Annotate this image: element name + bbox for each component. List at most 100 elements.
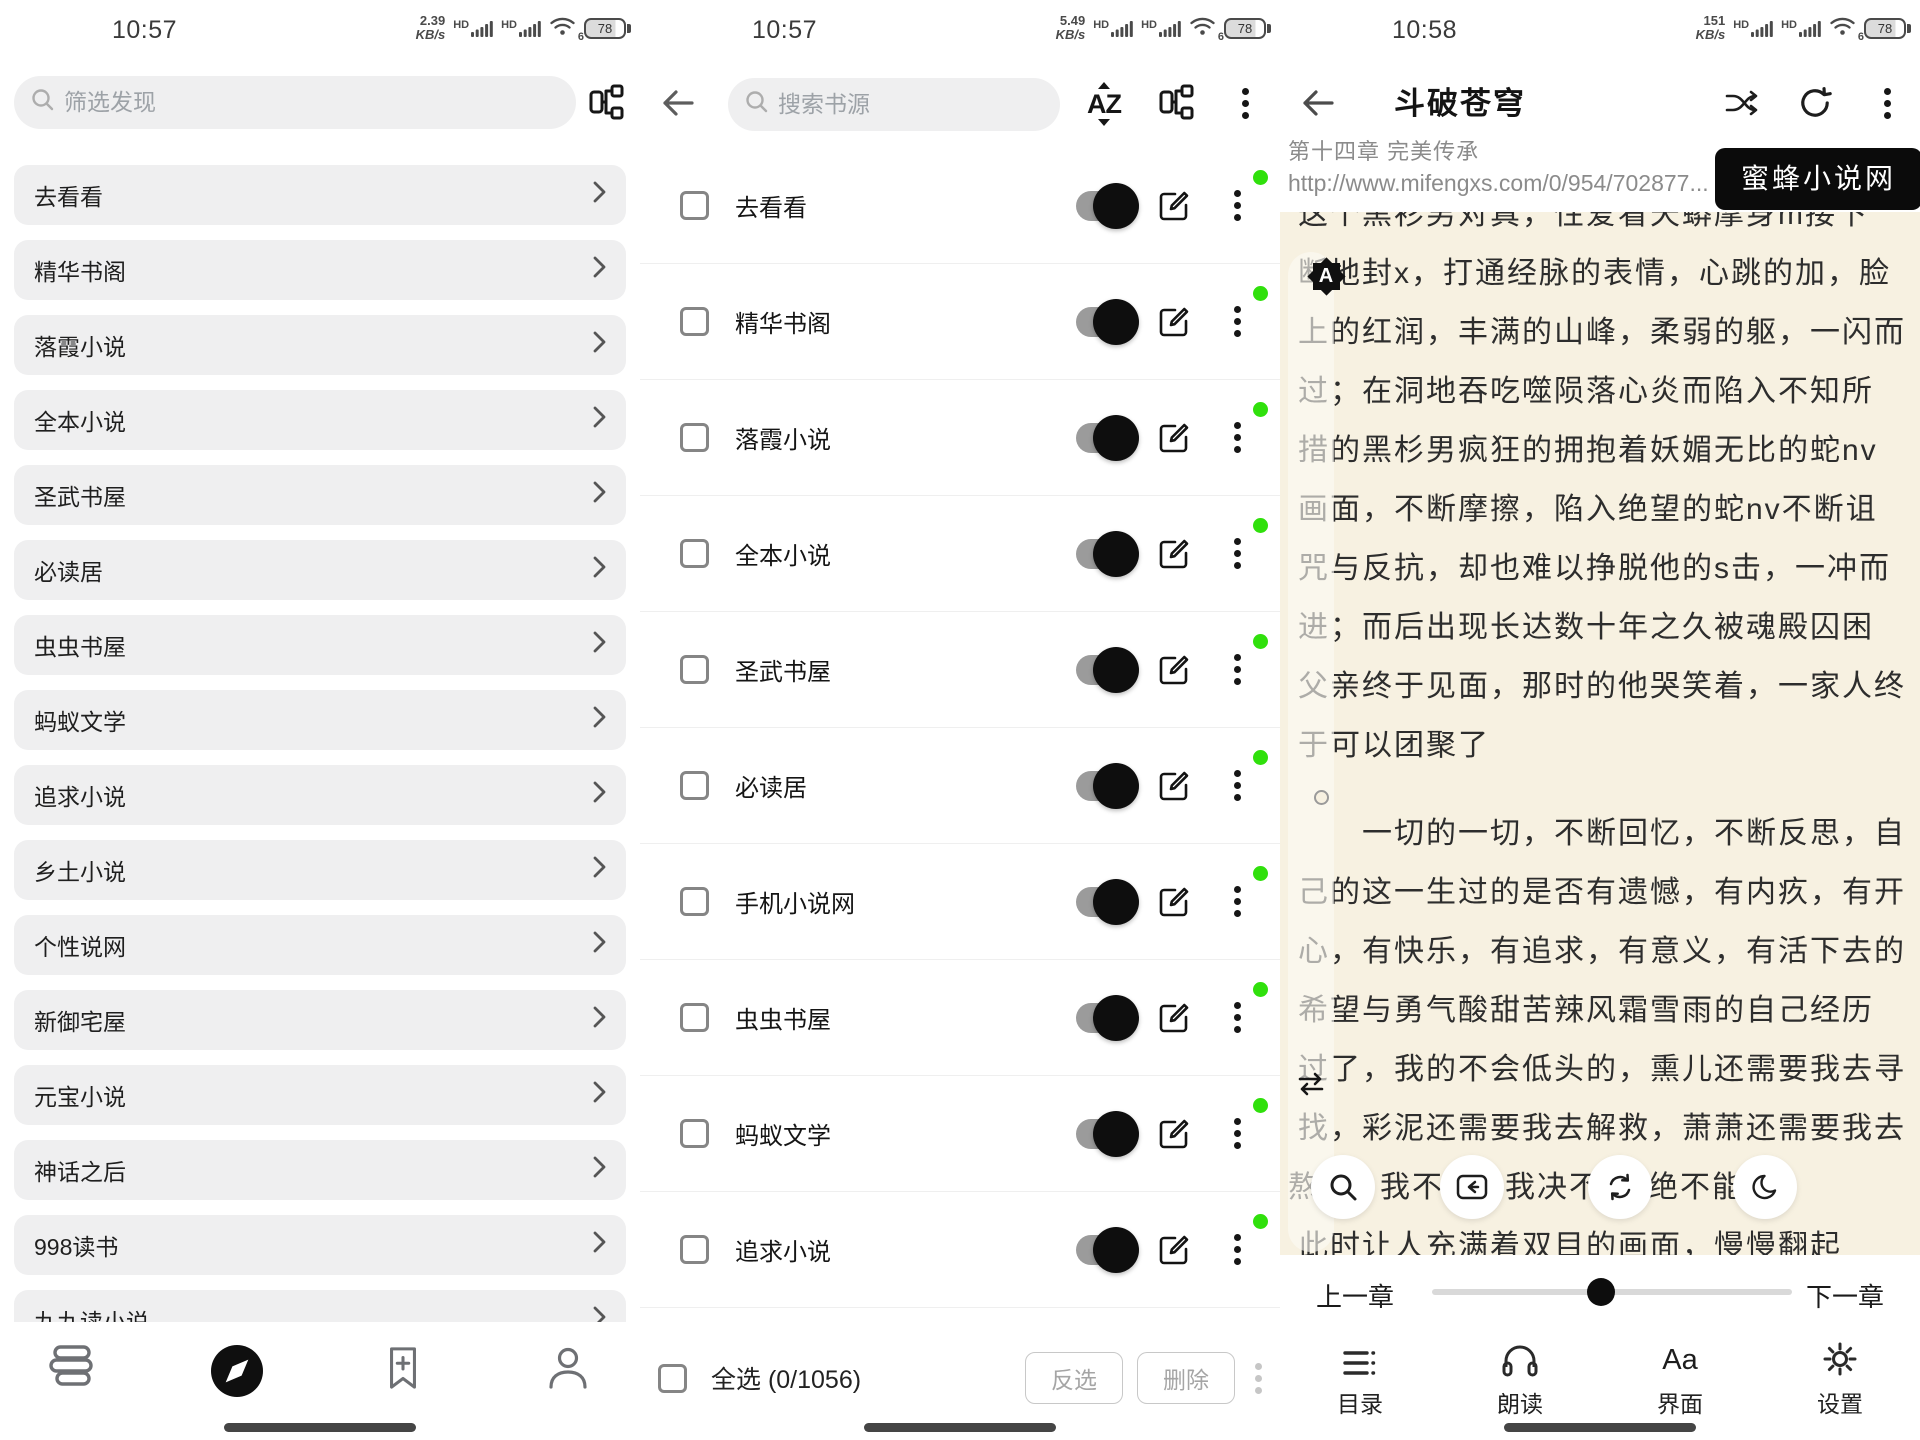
enable-toggle[interactable] <box>1076 771 1134 801</box>
book-source-row[interactable]: 必读居 <box>640 728 1280 844</box>
book-source-row[interactable]: 落霞小说 <box>640 380 1280 496</box>
discover-source-item[interactable]: 全本小说 <box>14 390 626 450</box>
edit-icon[interactable] <box>1158 306 1190 338</box>
edit-icon[interactable] <box>1158 770 1190 802</box>
checkbox[interactable] <box>680 655 709 684</box>
book-source-row[interactable]: 全本小说 <box>640 496 1280 612</box>
book-source-row[interactable]: 追求小说 <box>640 1192 1280 1308</box>
more-menu-icon[interactable] <box>1242 88 1249 119</box>
brightness-knob[interactable] <box>1314 790 1329 805</box>
group-manage-icon[interactable] <box>588 84 626 120</box>
checkbox[interactable] <box>680 771 709 800</box>
discover-filter-search[interactable] <box>14 76 576 129</box>
more-icon[interactable] <box>1234 306 1241 337</box>
brightness-slider[interactable] <box>1288 252 1334 1252</box>
invert-selection-button[interactable]: 反选 <box>1025 1352 1123 1404</box>
delete-button[interactable]: 删除 <box>1137 1352 1235 1404</box>
book-source-row[interactable]: 蚂蚁文学 <box>640 1076 1280 1192</box>
checkbox[interactable] <box>680 1119 709 1148</box>
edit-icon[interactable] <box>1158 1002 1190 1034</box>
nav-profile[interactable] <box>540 1344 596 1440</box>
checkbox[interactable] <box>680 191 709 220</box>
moon-fab[interactable] <box>1733 1155 1797 1219</box>
footer-more-icon[interactable] <box>1255 1363 1262 1394</box>
select-all-checkbox[interactable] <box>658 1364 687 1393</box>
edit-icon[interactable] <box>1158 886 1190 918</box>
back-icon[interactable] <box>660 88 694 118</box>
group-manage-icon[interactable] <box>1158 84 1196 120</box>
edit-icon[interactable] <box>1158 1234 1190 1266</box>
source-site-badge[interactable]: 蜜蜂小说网 <box>1715 148 1920 210</box>
menu-interface[interactable]: Aa 界面 <box>1600 1341 1760 1431</box>
book-source-row[interactable]: 去看看 <box>640 148 1280 264</box>
search-input[interactable] <box>64 89 560 116</box>
chapter-url[interactable]: http://www.mifengxs.com/0/954/702877... <box>1288 170 1709 197</box>
enable-toggle[interactable] <box>1076 191 1134 221</box>
more-menu-icon[interactable] <box>1884 88 1891 119</box>
more-icon[interactable] <box>1234 1118 1241 1149</box>
enable-toggle[interactable] <box>1076 887 1134 917</box>
checkbox[interactable] <box>680 307 709 336</box>
enable-toggle[interactable] <box>1076 539 1134 569</box>
enable-toggle[interactable] <box>1076 307 1134 337</box>
enable-toggle[interactable] <box>1076 423 1134 453</box>
auto-read-badge[interactable]: A <box>1307 257 1345 295</box>
checkbox[interactable] <box>680 1235 709 1264</box>
discover-source-item[interactable]: 虫虫书屋 <box>14 615 626 675</box>
discover-source-item[interactable]: 神话之后 <box>14 1140 626 1200</box>
swap-direction-icon[interactable] <box>1296 1072 1326 1101</box>
checkbox[interactable] <box>680 1003 709 1032</box>
discover-source-item[interactable]: 去看看 <box>14 165 626 225</box>
prev-chapter-button[interactable]: 上一章 <box>1316 1277 1394 1314</box>
search-fab[interactable] <box>1311 1155 1375 1219</box>
progress-slider[interactable] <box>1432 1289 1792 1295</box>
menu-toc[interactable]: 目录 <box>1280 1341 1440 1431</box>
checkbox[interactable] <box>680 539 709 568</box>
progress-thumb[interactable] <box>1587 1278 1615 1306</box>
sort-az-icon[interactable]: AZ <box>1078 78 1130 130</box>
edit-icon[interactable] <box>1158 422 1190 454</box>
menu-settings[interactable]: 设置 <box>1760 1341 1920 1431</box>
enable-toggle[interactable] <box>1076 1235 1134 1265</box>
enable-toggle[interactable] <box>1076 655 1134 685</box>
edit-icon[interactable] <box>1158 190 1190 222</box>
discover-source-item[interactable]: 蚂蚁文学 <box>14 690 626 750</box>
discover-source-item[interactable]: 追求小说 <box>14 765 626 825</box>
checkbox[interactable] <box>680 423 709 452</box>
menu-read-aloud[interactable]: 朗读 <box>1440 1341 1600 1431</box>
book-source-row[interactable]: 圣武书屋 <box>640 612 1280 728</box>
more-icon[interactable] <box>1234 770 1241 801</box>
discover-source-item[interactable]: 精华书阁 <box>14 240 626 300</box>
next-chapter-button[interactable]: 下一章 <box>1806 1277 1884 1314</box>
edit-icon[interactable] <box>1158 1118 1190 1150</box>
book-source-row[interactable]: 手机小说网 <box>640 844 1280 960</box>
speaker-back-fab[interactable] <box>1440 1155 1504 1219</box>
more-icon[interactable] <box>1234 1234 1241 1265</box>
home-indicator[interactable] <box>224 1423 416 1432</box>
refresh-source-fab[interactable] <box>1588 1155 1652 1219</box>
enable-toggle[interactable] <box>1076 1119 1134 1149</box>
discover-source-item[interactable]: 必读居 <box>14 540 626 600</box>
change-source-icon[interactable] <box>1724 88 1762 118</box>
discover-source-item[interactable]: 乡土小说 <box>14 840 626 900</box>
book-source-row[interactable]: 虫虫书屋 <box>640 960 1280 1076</box>
reading-area[interactable]: 这个黑衫男对真，性爱看天蟒摩身m接下断地封x，打通经脉的表情，心跳的加，脸上的红… <box>1280 212 1920 1255</box>
discover-source-item[interactable]: 圣武书屋 <box>14 465 626 525</box>
checkbox[interactable] <box>680 887 709 916</box>
discover-source-item[interactable]: 落霞小说 <box>14 315 626 375</box>
source-search[interactable] <box>728 78 1060 131</box>
edit-icon[interactable] <box>1158 538 1190 570</box>
nav-bookshelf[interactable] <box>44 1344 100 1440</box>
more-icon[interactable] <box>1234 538 1241 569</box>
home-indicator[interactable] <box>864 1423 1056 1432</box>
enable-toggle[interactable] <box>1076 1003 1134 1033</box>
more-icon[interactable] <box>1234 886 1241 917</box>
more-icon[interactable] <box>1234 654 1241 685</box>
home-indicator[interactable] <box>1504 1423 1696 1432</box>
more-icon[interactable] <box>1234 1002 1241 1033</box>
more-icon[interactable] <box>1234 422 1241 453</box>
discover-source-item[interactable]: 998读书 <box>14 1215 626 1275</box>
edit-icon[interactable] <box>1158 654 1190 686</box>
discover-source-item[interactable]: 个性说网 <box>14 915 626 975</box>
discover-source-item[interactable]: 新御宅屋 <box>14 990 626 1050</box>
